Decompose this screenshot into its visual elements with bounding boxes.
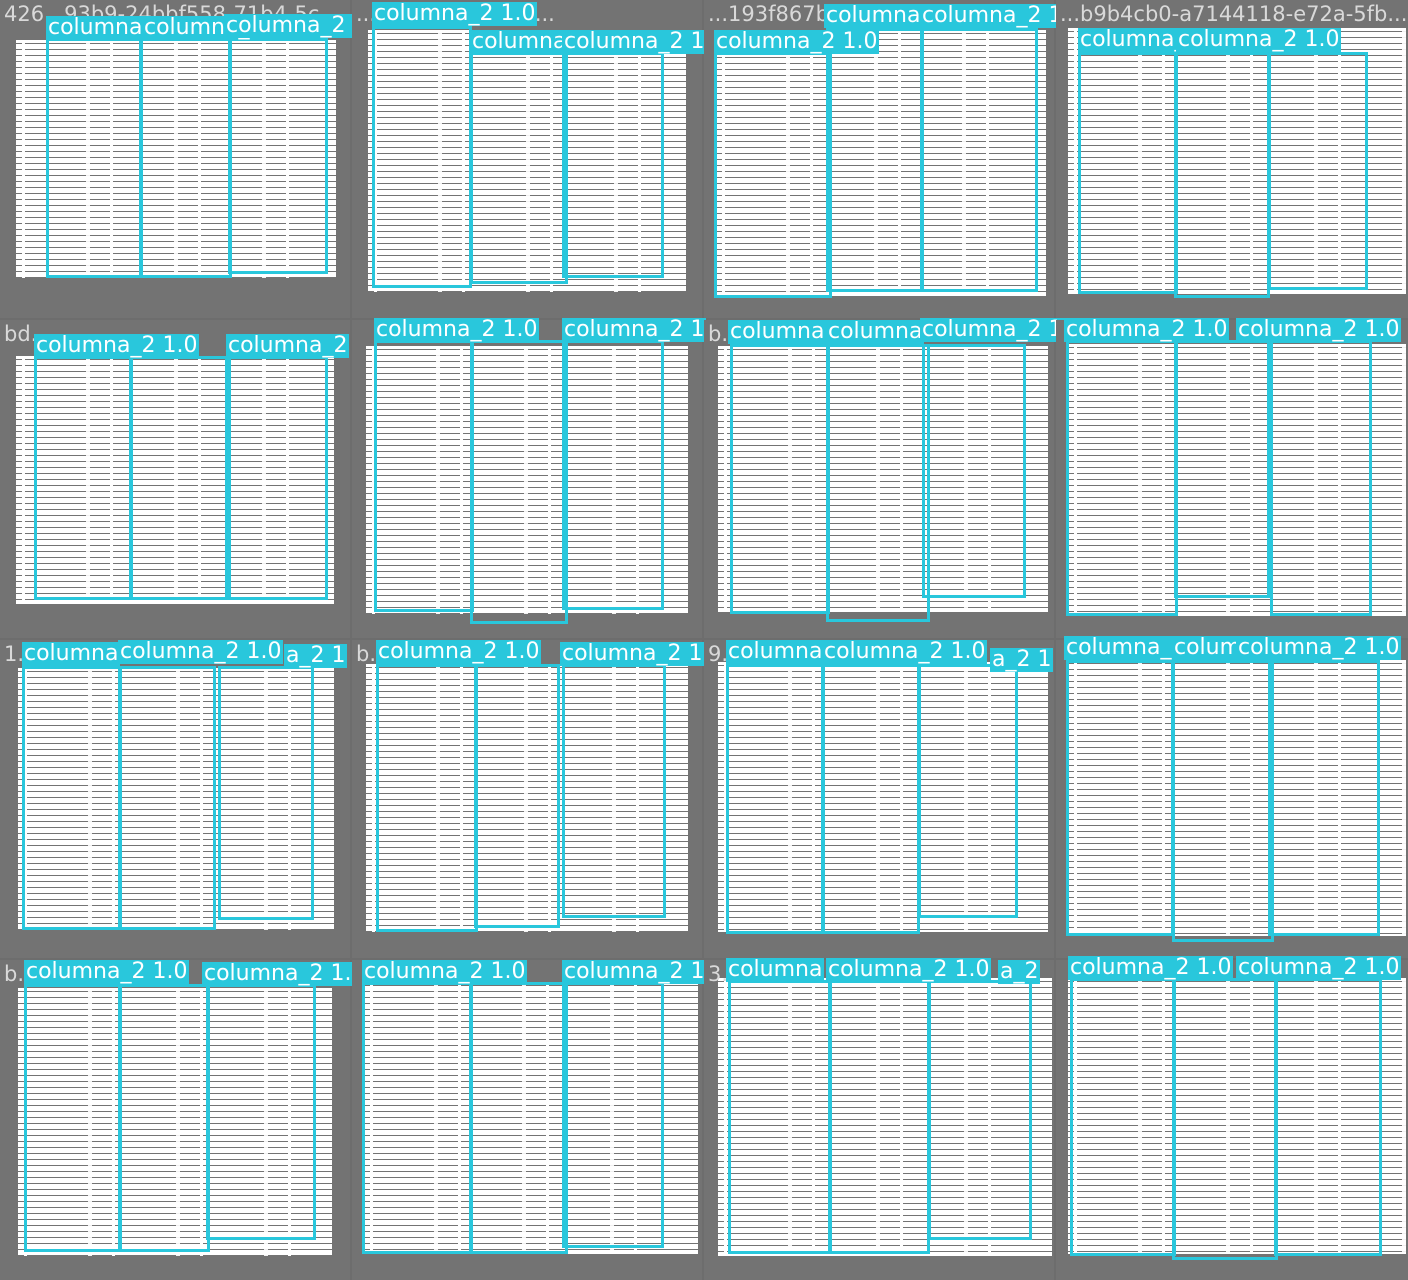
detection-label: columna_2 1.0 bbox=[1068, 955, 1234, 980]
detection-label: columna bbox=[826, 319, 925, 344]
detection-box[interactable] bbox=[928, 980, 1032, 1240]
detection-label: columna_2 1.0 bbox=[374, 317, 540, 342]
detection-box[interactable] bbox=[218, 666, 314, 920]
detection-label: a_2 1 bbox=[990, 647, 1054, 672]
detection-box[interactable] bbox=[1174, 52, 1270, 298]
detection-label: columna_2 1.0 bbox=[822, 639, 988, 664]
detection-box[interactable] bbox=[206, 984, 316, 1240]
detection-label: columna_2 1.0 bbox=[1064, 317, 1230, 342]
detection-box[interactable] bbox=[562, 52, 664, 278]
detection-box[interactable] bbox=[1078, 52, 1178, 294]
detection-box[interactable] bbox=[140, 38, 232, 278]
detection-label: columna_2 1.0 bbox=[202, 961, 368, 986]
detection-box[interactable] bbox=[1070, 978, 1176, 1256]
detection-label: columna_2 1.0 bbox=[376, 639, 542, 664]
detection-box[interactable] bbox=[1274, 978, 1382, 1256]
detection-box[interactable] bbox=[118, 984, 210, 1252]
detection-box[interactable] bbox=[46, 38, 142, 278]
detection-box[interactable] bbox=[228, 38, 328, 274]
detection-box[interactable] bbox=[918, 664, 1018, 918]
detection-label: columna_2 1 bbox=[920, 317, 1065, 342]
detection-box[interactable] bbox=[714, 52, 832, 298]
detection-label: columna bbox=[726, 957, 825, 982]
detection-label: columna bbox=[22, 641, 121, 666]
detection-box[interactable] bbox=[470, 340, 568, 624]
detection-box[interactable] bbox=[1172, 978, 1278, 1260]
detection-box[interactable] bbox=[1066, 340, 1178, 616]
detection-label: columna_2 1 bbox=[562, 317, 707, 342]
detection-box[interactable] bbox=[470, 982, 568, 1254]
detection-box[interactable] bbox=[922, 344, 1026, 598]
detection-box[interactable] bbox=[376, 664, 478, 932]
detection-box[interactable] bbox=[372, 26, 472, 288]
detection-box[interactable] bbox=[920, 28, 1038, 292]
detection-label: columna_2 1.0 bbox=[24, 959, 190, 984]
detection-label: a_2 bbox=[998, 959, 1041, 984]
detection-box[interactable] bbox=[470, 52, 568, 284]
detection-label: columna_2 bbox=[226, 333, 350, 358]
detection-label: columna_ bbox=[1064, 635, 1174, 660]
detection-label: columna_2 1.0 bbox=[826, 957, 992, 982]
detection-label: columna_2 1 bbox=[920, 3, 1065, 28]
detection-box[interactable] bbox=[726, 664, 824, 934]
detection-label: columna_2 1.0 bbox=[1236, 635, 1402, 660]
detection-box[interactable] bbox=[228, 356, 328, 600]
detection-label: columna_2 1.0 bbox=[372, 1, 538, 26]
detection-box[interactable] bbox=[362, 982, 472, 1254]
detection-box[interactable] bbox=[562, 340, 664, 610]
detection-label: columna bbox=[470, 29, 569, 54]
detection-box[interactable] bbox=[562, 982, 664, 1248]
detection-label: columna_2 1.0 bbox=[1236, 955, 1402, 980]
detection-box[interactable] bbox=[828, 980, 930, 1254]
detection-label: columna_2 1.0 bbox=[362, 959, 528, 984]
detection-label: columna_2 1.0 bbox=[118, 639, 284, 664]
detection-label: columna_2 1.0 bbox=[1176, 27, 1342, 52]
mosaic-grid: 426...93b9-24bbf558-71b4-5c... columna_2 … bbox=[0, 0, 1408, 1280]
detection-label: columna_2 1.0 bbox=[560, 641, 726, 666]
detection-label: columna_2 1.0 bbox=[34, 333, 200, 358]
detection-box[interactable] bbox=[730, 344, 830, 614]
detection-box[interactable] bbox=[562, 664, 666, 918]
detection-label: colum bbox=[1172, 635, 1244, 660]
detection-box[interactable] bbox=[826, 344, 930, 622]
detection-box[interactable] bbox=[374, 340, 474, 612]
detection-box[interactable] bbox=[130, 356, 228, 600]
detection-label: a_2 1 bbox=[284, 643, 348, 668]
detection-label: columna_2 1.0 bbox=[1236, 317, 1402, 342]
detection-box[interactable] bbox=[1174, 340, 1270, 598]
detection-box[interactable] bbox=[1270, 340, 1372, 616]
detection-box[interactable] bbox=[118, 666, 216, 930]
detection-label: columna_2 1 bbox=[562, 959, 707, 984]
detection-box[interactable] bbox=[474, 664, 560, 928]
detection-label: columna bbox=[824, 3, 923, 28]
detection-box[interactable] bbox=[24, 984, 122, 1252]
detection-label: columna bbox=[728, 319, 827, 344]
image-id-label: ...b9b4cb0-a7144118-e72a-5fb... bbox=[1060, 2, 1408, 26]
detection-label: columna_2 1 bbox=[562, 29, 707, 54]
detection-box[interactable] bbox=[1172, 660, 1274, 942]
detection-label: columna bbox=[726, 639, 825, 664]
detection-box[interactable] bbox=[1268, 660, 1380, 936]
detection-box[interactable] bbox=[826, 28, 924, 292]
detection-box[interactable] bbox=[1268, 52, 1368, 290]
detection-box[interactable] bbox=[1066, 660, 1174, 936]
detection-label: columna_2 1.0 bbox=[714, 29, 880, 54]
detection-box[interactable] bbox=[822, 664, 920, 934]
detection-box[interactable] bbox=[728, 980, 832, 1254]
detection-box[interactable] bbox=[22, 666, 122, 930]
detection-box[interactable] bbox=[34, 356, 132, 600]
